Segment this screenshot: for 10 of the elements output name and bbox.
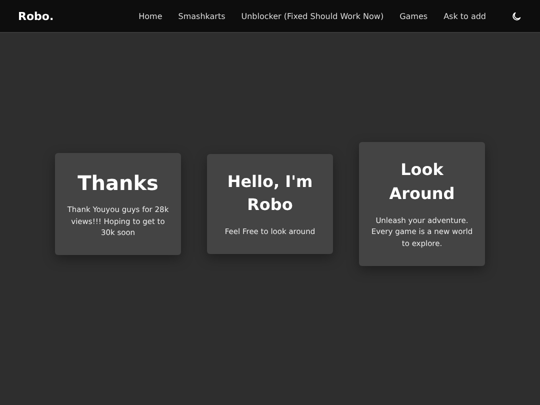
card-title: Look Around [388,159,456,205]
nav-link[interactable]: Games [400,12,428,20]
card-title: Thanks [78,170,158,198]
nav-link[interactable]: Home [138,12,162,20]
card-title: Hello, I'm Robo [226,171,314,216]
nav-link[interactable]: Smashkarts [178,12,226,20]
moon-icon[interactable] [511,10,522,22]
nav-link[interactable]: Unblocker (Fixed Should Work Now) [241,12,384,20]
nav-link[interactable]: Ask to add [444,12,486,20]
brand-logo[interactable]: Robo. [16,10,54,22]
